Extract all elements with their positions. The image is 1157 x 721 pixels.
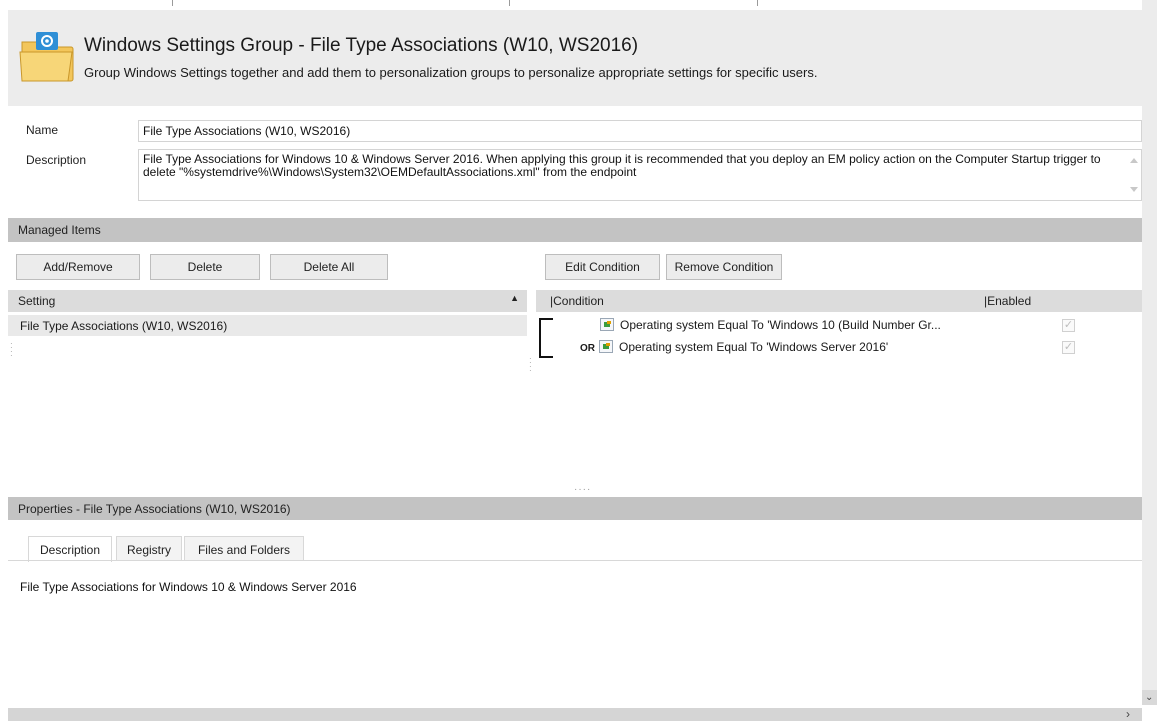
delete-button[interactable]: Delete	[150, 254, 260, 280]
column-divider	[172, 0, 173, 6]
condition-text: Operating system Equal To 'Windows 10 (B…	[620, 318, 941, 332]
horizontal-splitter-handle[interactable]: ····	[574, 484, 591, 495]
tab-files-and-folders[interactable]: Files and Folders	[184, 536, 304, 561]
left-splitter-handle[interactable]: · · · ·	[10, 340, 13, 360]
condition-text: Operating system Equal To 'Windows Serve…	[619, 340, 889, 354]
page-title: Windows Settings Group - File Type Assoc…	[84, 35, 639, 56]
delete-all-button[interactable]: Delete All	[270, 254, 388, 280]
remove-condition-button[interactable]: Remove Condition	[666, 254, 782, 280]
chevron-down-icon[interactable]: ⌄	[1145, 692, 1153, 703]
description-label: Description	[26, 153, 87, 167]
name-label: Name	[26, 123, 59, 137]
settings-grid-header: Setting ▲	[8, 290, 527, 312]
page-header: Windows Settings Group - File Type Assoc…	[8, 10, 1142, 106]
enabled-column-header[interactable]: |Enabled	[984, 294, 1031, 308]
setting-column-header[interactable]: Setting	[18, 294, 55, 308]
page-subtitle: Group Windows Settings together and add …	[84, 65, 818, 80]
condition-group-bracket	[539, 318, 553, 358]
scroll-up-icon[interactable]	[1130, 158, 1138, 163]
condition-operator: OR	[580, 343, 595, 354]
sort-ascending-icon[interactable]: ▲	[510, 293, 519, 303]
scrollbar-thumb[interactable]	[1142, 0, 1157, 690]
properties-header: Properties - File Type Associations (W10…	[8, 497, 1142, 521]
tab-description[interactable]: Description	[28, 536, 112, 562]
group-form: Name File Type Associations (W10, WS2016…	[8, 106, 1142, 214]
description-scrollbar[interactable]	[1127, 152, 1139, 198]
operating-system-icon	[600, 318, 614, 331]
scroll-down-icon[interactable]	[1130, 187, 1138, 192]
description-text: File Type Associations for Windows 10 & …	[143, 152, 1101, 179]
operating-system-icon	[599, 340, 613, 353]
column-divider	[509, 0, 510, 6]
settings-folder-icon	[19, 32, 74, 82]
conditions-grid-header: |Condition |Enabled	[536, 290, 1142, 312]
edit-condition-button[interactable]: Edit Condition	[545, 254, 660, 280]
horizontal-scrollbar[interactable]	[8, 708, 1142, 721]
tab-registry[interactable]: Registry	[116, 536, 182, 561]
enabled-checkbox[interactable]: ✓	[1062, 319, 1075, 332]
add-remove-button[interactable]: Add/Remove	[16, 254, 140, 280]
column-divider	[757, 0, 758, 6]
setting-row-label: File Type Associations (W10, WS2016)	[20, 319, 228, 333]
top-strip	[0, 0, 1142, 10]
managed-items-header: Managed Items	[8, 218, 1142, 242]
chevron-right-icon[interactable]: ›	[1126, 708, 1130, 721]
vertical-splitter-handle[interactable]: · · · ·	[529, 355, 532, 375]
enabled-checkbox[interactable]: ✓	[1062, 341, 1075, 354]
condition-row[interactable]: OR Operating system Equal To 'Windows Ser…	[580, 340, 888, 360]
condition-row[interactable]: Operating system Equal To 'Windows 10 (B…	[600, 318, 941, 338]
tab-divider	[8, 560, 1142, 561]
condition-column-header[interactable]: |Condition	[550, 294, 604, 308]
setting-row[interactable]: File Type Associations (W10, WS2016)	[8, 315, 527, 336]
property-description-text: File Type Associations for Windows 10 & …	[20, 580, 357, 594]
description-field[interactable]: File Type Associations for Windows 10 & …	[138, 149, 1142, 201]
vertical-scrollbar[interactable]: ⌄	[1142, 0, 1157, 705]
name-field[interactable]: File Type Associations (W10, WS2016)	[138, 120, 1142, 142]
